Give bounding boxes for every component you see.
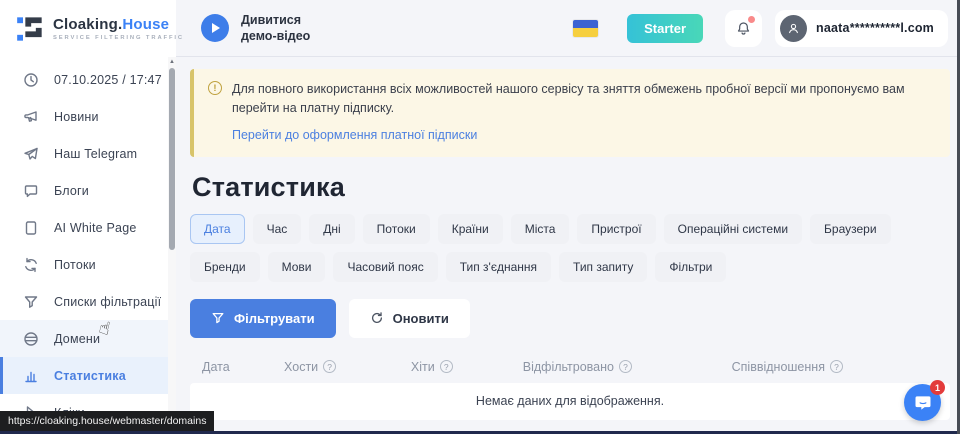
subscribe-link[interactable]: Перейти до оформлення платної підписки: [232, 128, 477, 142]
megaphone-icon: [23, 109, 39, 125]
user-email: naata**********l.com: [816, 21, 934, 35]
main-area: Дивитися демо-відео Starter naata*******…: [176, 0, 960, 434]
sidebar-item-domains[interactable]: Домени: [0, 320, 168, 357]
tab-connection-type[interactable]: Тип з'єднання: [446, 252, 551, 282]
language-flag-ukraine[interactable]: [573, 20, 598, 37]
avatar: [780, 15, 807, 42]
logo-text-block: Cloaking.House SERVICE FILTERING TRAFFIC: [53, 16, 184, 41]
demo-video-label[interactable]: Дивитися демо-відео: [241, 12, 325, 45]
filter-funnel-icon: [211, 311, 225, 325]
refresh-icon: [370, 311, 384, 325]
sidebar-item-ai-white-page[interactable]: AI White Page: [0, 209, 168, 246]
bar-chart-icon: [23, 368, 39, 384]
table-empty-state: Немає даних для відображення.: [190, 383, 950, 420]
sidebar-item-telegram[interactable]: Наш Telegram: [0, 135, 168, 172]
filter-button[interactable]: Фільтрувати: [190, 299, 336, 338]
user-menu[interactable]: naata**********l.com: [775, 10, 948, 47]
content-area: Для повного використання всіх можливосте…: [176, 57, 960, 434]
sidebar-item-filter-lists[interactable]: Списки фільтрації: [0, 283, 168, 320]
help-icon[interactable]: [830, 360, 843, 373]
column-header-ratio: Співвідношення: [732, 360, 948, 374]
column-header-hosts: Хости: [284, 360, 411, 374]
sidebar-item-datetime: 07.10.2025 / 17:47: [0, 61, 168, 98]
funnel-icon: [23, 294, 39, 310]
column-header-date: Дата: [202, 360, 284, 374]
tab-filters[interactable]: Фільтри: [655, 252, 726, 282]
link-status-tooltip: https://cloaking.house/webmaster/domains: [0, 411, 214, 431]
chat-icon: [23, 183, 39, 199]
tab-brands[interactable]: Бренди: [190, 252, 260, 282]
app-window: Cloaking.House SERVICE FILTERING TRAFFIC…: [0, 0, 960, 434]
table-header-row: Дата Хости Хіти Відфільтровано Співвідно…: [190, 360, 950, 374]
stats-tabs: Дата Час Дні Потоки Країни Міста Пристро…: [190, 214, 930, 282]
clock-icon: [23, 72, 39, 88]
sidebar-item-statistics[interactable]: Статистика: [0, 357, 168, 394]
help-icon[interactable]: [619, 360, 632, 373]
tab-streams[interactable]: Потоки: [363, 214, 430, 244]
page-title: Статистика: [192, 172, 950, 203]
sidebar-item-blogs[interactable]: Блоги: [0, 172, 168, 209]
action-buttons: Фільтрувати Оновити: [190, 299, 950, 338]
tab-cities[interactable]: Міста: [511, 214, 570, 244]
globe-icon: [23, 331, 39, 347]
refresh-button[interactable]: Оновити: [349, 299, 470, 338]
banner-text: Для повного використання всіх можливосте…: [232, 80, 934, 118]
column-header-hits: Хіти: [411, 360, 523, 374]
page-icon: [23, 220, 39, 236]
brand-name: Cloaking.House: [53, 16, 184, 33]
sidebar-scrollbar[interactable]: ▲ ▼: [168, 57, 176, 431]
sidebar: Cloaking.House SERVICE FILTERING TRAFFIC…: [0, 0, 176, 434]
logo-icon: [16, 15, 44, 43]
warning-icon: [208, 81, 222, 95]
notification-dot: [748, 16, 755, 23]
brand-tagline: SERVICE FILTERING TRAFFIC: [53, 35, 184, 41]
plan-badge[interactable]: Starter: [627, 14, 703, 43]
tab-timezone[interactable]: Часовий пояс: [333, 252, 437, 282]
trial-warning-banner: Для повного використання всіх можливосте…: [190, 69, 950, 157]
play-demo-button[interactable]: [201, 14, 229, 42]
tab-days[interactable]: Дні: [309, 214, 354, 244]
logo-link[interactable]: Cloaking.House SERVICE FILTERING TRAFFIC: [0, 0, 176, 57]
sidebar-item-news[interactable]: Новини: [0, 98, 168, 135]
topbar: Дивитися демо-відео Starter naata*******…: [176, 0, 960, 57]
chat-bubble-icon: [913, 393, 933, 413]
scrollbar-thumb[interactable]: [169, 68, 175, 250]
scroll-up-arrow-icon[interactable]: ▲: [168, 58, 176, 66]
chat-unread-badge: 1: [930, 380, 945, 395]
streams-icon: [23, 257, 39, 273]
play-icon: [212, 23, 220, 33]
tab-date[interactable]: Дата: [190, 214, 245, 244]
help-icon[interactable]: [323, 360, 336, 373]
tab-devices[interactable]: Пристрої: [577, 214, 655, 244]
person-icon: [786, 21, 801, 36]
sidebar-nav: 07.10.2025 / 17:47 Новини Наш Telegram Б…: [0, 61, 176, 431]
notifications-button[interactable]: [725, 10, 762, 47]
tab-operating-systems[interactable]: Операційні системи: [664, 214, 802, 244]
sidebar-item-streams[interactable]: Потоки: [0, 246, 168, 283]
tab-languages[interactable]: Мови: [268, 252, 326, 282]
tab-countries[interactable]: Країни: [438, 214, 503, 244]
chat-widget-button[interactable]: 1: [904, 384, 941, 421]
telegram-icon: [23, 146, 39, 162]
help-icon[interactable]: [440, 360, 453, 373]
column-header-filtered: Відфільтровано: [523, 360, 732, 374]
tab-browsers[interactable]: Браузери: [810, 214, 891, 244]
tab-request-type[interactable]: Тип запиту: [559, 252, 647, 282]
tab-time[interactable]: Час: [253, 214, 302, 244]
